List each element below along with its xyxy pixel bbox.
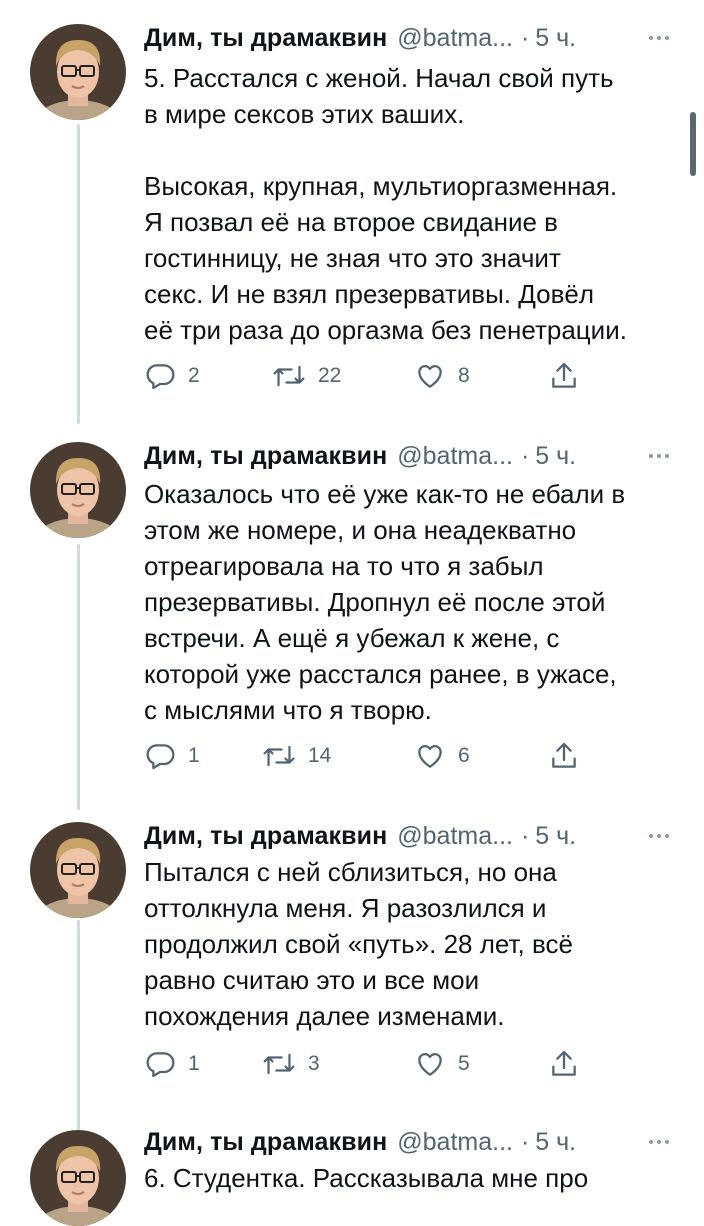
avatar[interactable] [30,442,126,538]
heart-icon [418,1052,442,1076]
separator: · [520,441,530,470]
author-handle[interactable]: @batma... [397,442,513,471]
share-icon [552,742,576,768]
retweet-count: 3 [308,1052,320,1075]
more-icon[interactable] [644,24,674,52]
share-button[interactable] [548,356,580,396]
author-name[interactable]: Дим, ты драмаквин [144,442,387,471]
reply-count: 2 [188,364,200,387]
timestamp[interactable]: 5 ч. [535,442,576,471]
tweet-text: Оказалось что её уже как-то не ебали в э… [144,476,684,728]
separator: · [520,1127,530,1156]
heart-icon [418,364,442,388]
reply-button[interactable]: 2 [144,356,200,396]
author-handle[interactable]: @batma... [397,24,513,53]
tweet-text: 5. Расстался с женой. Начал свой путь в … [144,60,684,348]
retweet-count: 22 [318,364,342,387]
tweet-line: встречи. А ещё я убежал к жене, с [144,623,560,653]
more-icon[interactable] [644,442,674,470]
more-icon[interactable] [644,822,674,850]
avatar[interactable] [30,822,126,918]
tweet-header: Дим, ты драмаквин @batma... · 5 ч. [144,20,674,56]
like-button[interactable]: 6 [414,736,470,776]
like-count: 8 [458,364,470,387]
timestamp[interactable]: 5 ч. [535,1128,576,1157]
retweet-count: 14 [308,744,332,767]
tweet-line: Пытался с ней сблизиться, но она [144,857,557,887]
share-button[interactable] [548,736,580,776]
tweet-line [144,132,684,168]
reply-icon [146,1052,175,1078]
tweet[interactable]: Дим, ты драмаквин @batma... · 5 ч. 6. Ст… [0,1120,704,1226]
tweet-text: 6. Студентка. Рассказывала мне про [144,1160,684,1196]
tweet-line: равно считаю это и все мои [144,965,480,995]
tweet-line: отреагировала на то что я забыл [144,551,544,581]
more-icon[interactable] [644,1128,674,1156]
reply-icon [146,744,175,770]
timestamp[interactable]: 5 ч. [535,822,576,851]
author-name[interactable]: Дим, ты драмаквин [144,822,387,851]
heart-icon [418,744,442,768]
tweet-line: оттолкнула меня. Я разозлился и [144,893,547,923]
retweet-button[interactable]: 3 [262,1044,320,1084]
tweet-line: с мыслями что я творю. [144,695,432,725]
tweet-header: Дим, ты драмаквин @batma... · 5 ч. [144,1124,674,1160]
share-icon [552,1050,576,1076]
share-button[interactable] [548,1044,580,1084]
tweet-line: презервативы. Дропнул её после этой [144,587,606,617]
reply-button[interactable]: 1 [144,1044,200,1084]
avatar[interactable] [30,24,126,120]
tweet-line: продолжил свой «путь». 28 лет, всё [144,929,573,959]
like-count: 6 [458,744,470,767]
tweet-actions: 2 22 8 [144,356,584,396]
tweet-line: Высокая, крупная, мультиоргазменная. [144,171,618,201]
tweet-line: её три раза до оргазма без пенетрации. [144,315,627,345]
tweet-line: этом же номере, и она неадекватно [144,515,577,545]
reply-icon [146,364,175,390]
tweet-line: которой уже расстался ранее, в ужасе, [144,659,617,689]
like-count: 5 [458,1052,470,1075]
tweet-line: секс. И не взял презервативы. Довёл [144,279,595,309]
tweet[interactable]: Дим, ты драмаквин @batma... · 5 ч. 5. Ра… [0,0,704,430]
separator: · [520,821,530,850]
reply-count: 1 [188,1052,200,1075]
tweet-actions: 1 14 6 [144,736,584,776]
author-name[interactable]: Дим, ты драмаквин [144,1128,387,1157]
retweet-button[interactable]: 14 [262,736,331,776]
tweet-header: Дим, ты драмаквин @batma... · 5 ч. [144,818,674,854]
tweet-text: Пытался с ней сблизиться, но она оттолкн… [144,854,684,1034]
tweet[interactable]: Дим, ты драмаквин @batma... · 5 ч. Пытал… [0,814,704,1120]
tweet-line: 5. Расстался с женой. Начал свой путь [144,63,614,93]
avatar[interactable] [30,1130,126,1226]
share-icon [552,362,576,388]
tweet-line: 6. Студентка. Рассказывала мне про [144,1163,589,1193]
author-handle[interactable]: @batma... [397,1128,513,1157]
reply-button[interactable]: 1 [144,736,200,776]
tweet-actions: 1 3 5 [144,1044,584,1084]
retweet-icon [263,1053,295,1075]
reply-count: 1 [188,744,200,767]
tweet-line: Оказалось что её уже как-то не ебали в [144,479,626,509]
separator: · [520,23,530,52]
tweet-line: гостинницу, не зная что это значит [144,243,561,273]
like-button[interactable]: 8 [414,356,470,396]
scrollbar[interactable] [690,112,696,176]
retweet-icon [273,365,305,387]
timestamp[interactable]: 5 ч. [535,24,576,53]
author-name[interactable]: Дим, ты драмаквин [144,24,387,53]
tweet-line: похождения далее изменами. [144,1001,505,1031]
tweet-line: в мире сексов этих ваших. [144,99,465,129]
retweet-icon [263,745,295,767]
like-button[interactable]: 5 [414,1044,470,1084]
tweet[interactable]: Дим, ты драмаквин @batma... · 5 ч. Оказа… [0,430,704,814]
tweet-header: Дим, ты драмаквин @batma... · 5 ч. [144,438,674,474]
retweet-button[interactable]: 22 [272,356,341,396]
author-handle[interactable]: @batma... [397,822,513,851]
tweet-line: Я позвал её на второе свидание в [144,207,558,237]
